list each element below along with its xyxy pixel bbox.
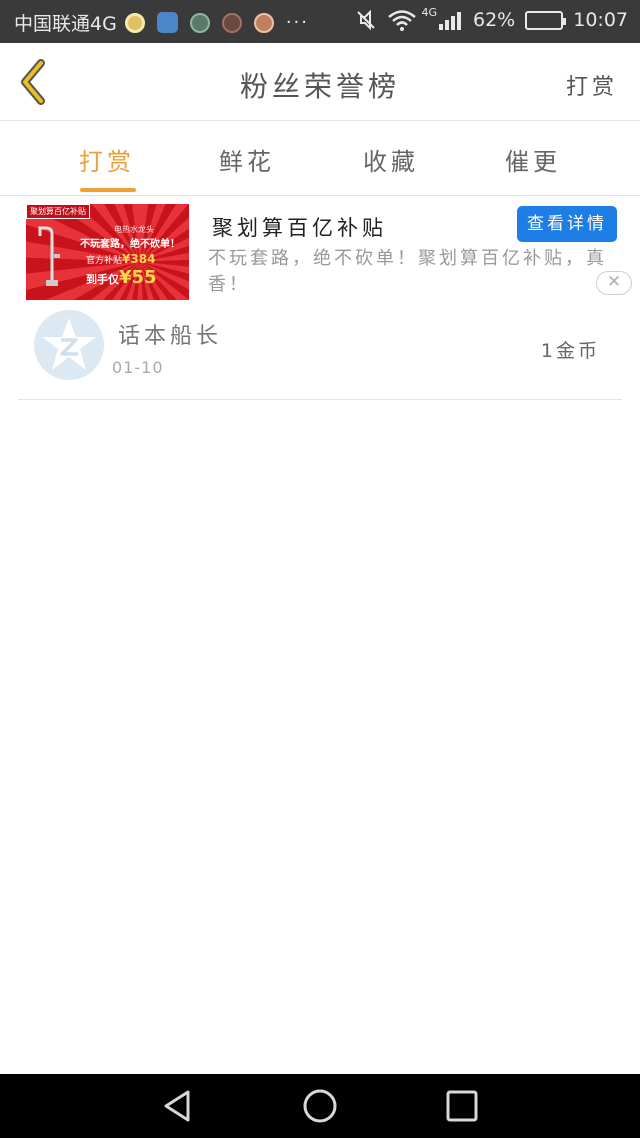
ad-image-tag: 聚划算百亿补贴	[26, 204, 90, 219]
carrier-label: 中国联通4G	[14, 13, 117, 35]
close-ad-button[interactable]: ✕	[596, 271, 632, 295]
official-label: 官方补贴	[86, 256, 123, 266]
reward-amount: 1金币	[540, 340, 600, 362]
maps-app-icon	[156, 12, 178, 33]
list-item[interactable]: 话本船长 01-10 1金币	[18, 300, 622, 400]
status-left: 中国联通4G ···	[14, 9, 309, 36]
tab-reward[interactable]: 打赏	[52, 142, 162, 194]
ad-banner[interactable]: 聚划算百亿补贴 电热水龙头 不玩套路，绝不砍单！ 官方补贴¥384 到手仅¥55…	[0, 196, 640, 300]
tab-urge-update[interactable]: 催更	[478, 142, 588, 194]
chat-app-icon	[253, 12, 274, 33]
ad-image-headline: 不玩套路，绝不砍单！	[80, 239, 180, 250]
wifi-icon	[388, 10, 417, 31]
tab-label: 收藏	[363, 148, 419, 176]
user-name: 话本船长	[118, 324, 223, 349]
avatar[interactable]	[34, 310, 104, 380]
active-tab-indicator	[80, 188, 136, 192]
ad-description: 不玩套路，绝不砍单！聚划算百亿补贴，真香！	[208, 248, 607, 295]
nav-home-icon[interactable]	[300, 1086, 340, 1126]
page-title: 粉丝荣誉榜	[239, 70, 400, 103]
mango-app-icon	[124, 12, 145, 33]
signal-icon	[439, 10, 463, 30]
tab-label: 催更	[505, 148, 561, 176]
view-details-button[interactable]: 查看详情	[517, 206, 617, 242]
mute-icon	[357, 9, 376, 31]
title-bar: 粉丝荣誉榜 打赏	[0, 43, 640, 121]
default-avatar-icon	[34, 310, 104, 380]
tab-flowers[interactable]: 鲜花	[192, 142, 302, 194]
final-label: 到手仅	[86, 273, 119, 286]
ad-image[interactable]: 聚划算百亿补贴 电热水龙头 不玩套路，绝不砍单！ 官方补贴¥384 到手仅¥55	[26, 204, 189, 300]
faucet-icon	[38, 226, 60, 286]
battery-percent: 62%	[473, 9, 516, 31]
official-price: ¥384	[122, 252, 156, 266]
final-price: ¥55	[119, 267, 157, 288]
ad-title: 聚划算百亿补贴	[212, 216, 387, 240]
nav-recents-icon[interactable]	[442, 1086, 482, 1126]
tab-favorites[interactable]: 收藏	[336, 142, 446, 194]
tab-label: 打赏	[79, 148, 135, 176]
ad-image-final-price: 到手仅¥55	[86, 267, 157, 288]
tab-label: 鲜花	[219, 148, 275, 176]
more-notifications: ···	[285, 12, 309, 33]
tab-bar: 打赏 鲜花 收藏 催更	[0, 122, 640, 196]
reward-action-button[interactable]: 打赏	[566, 69, 618, 101]
ad-image-official-subsidy: 官方补贴¥384	[86, 252, 155, 266]
clock: 10:07	[573, 9, 628, 31]
system-nav-bar	[0, 1074, 640, 1138]
nav-back-icon[interactable]	[158, 1086, 198, 1126]
battery-icon	[525, 10, 567, 30]
reward-date: 01-10	[112, 358, 164, 377]
game-app-icon	[221, 12, 242, 33]
status-bar: 中国联通4G ··· 4G 62% 10:07	[0, 0, 640, 43]
status-right: 4G 62% 10:07	[345, 5, 628, 31]
shield-app-icon	[189, 12, 210, 33]
network-type: 4G	[421, 5, 437, 19]
ad-image-subtitle: 电热水龙头	[114, 225, 154, 234]
